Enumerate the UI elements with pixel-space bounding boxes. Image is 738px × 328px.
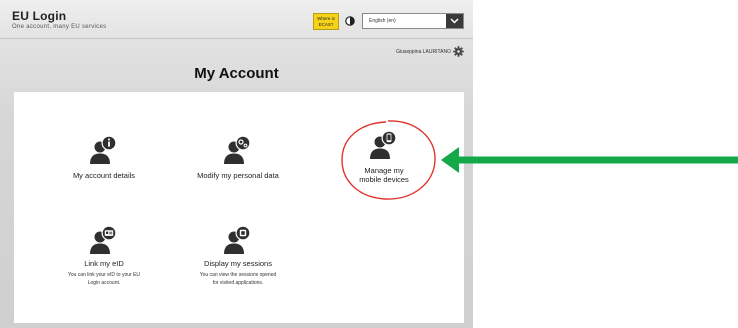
gear-icon[interactable] — [453, 46, 464, 57]
account-panel: My account details Modify my personal da… — [14, 92, 464, 323]
tile-label: My account details — [72, 171, 136, 180]
tile-label: Display my sessions — [204, 259, 272, 268]
tile-modify-personal-data[interactable]: Modify my personal data — [188, 132, 288, 182]
tile-label: Modify my personal data — [197, 171, 279, 180]
contrast-icon[interactable] — [345, 16, 355, 26]
language-select-value: English (en) — [369, 18, 396, 24]
header: EU Login One account, many EU services W… — [0, 0, 473, 38]
chevron-down-icon — [450, 18, 459, 24]
tile-label: Link my eID — [84, 259, 124, 268]
tile-my-account-details[interactable]: My account details — [54, 132, 154, 182]
user-settings-icon — [224, 135, 251, 164]
language-dropdown-button[interactable] — [446, 14, 463, 28]
user-mobile-icon — [370, 130, 397, 159]
header-divider — [0, 38, 473, 39]
arrow-pointer-icon — [441, 147, 738, 173]
tile-description: You can view the sessions opened for vis… — [199, 272, 277, 286]
page-title: My Account — [194, 65, 279, 82]
user-name[interactable]: Giuseppina LAURITANO — [0, 49, 451, 55]
user-id-card-icon — [90, 225, 117, 254]
tile-display-my-sessions[interactable]: Display my sessions You can view the ses… — [188, 222, 288, 292]
tile-description: You can link your eID to your EU Login a… — [67, 272, 141, 286]
browser-frame: EU Login One account, many EU services W… — [0, 0, 473, 328]
where-is-ecas-badge[interactable]: Where is ECAS? — [313, 13, 339, 30]
tile-link-my-eid[interactable]: Link my eID You can link your eID to you… — [49, 222, 159, 292]
user-info-icon — [90, 135, 117, 164]
tile-label: Manage my mobile devices — [359, 166, 409, 184]
tile-manage-mobile-devices[interactable]: Manage my mobile devices — [334, 130, 434, 192]
language-select[interactable]: English (en) — [362, 13, 464, 29]
user-sessions-icon — [224, 225, 251, 254]
app-subtitle: One account, many EU services — [12, 24, 107, 30]
app-title: EU Login — [12, 9, 67, 23]
